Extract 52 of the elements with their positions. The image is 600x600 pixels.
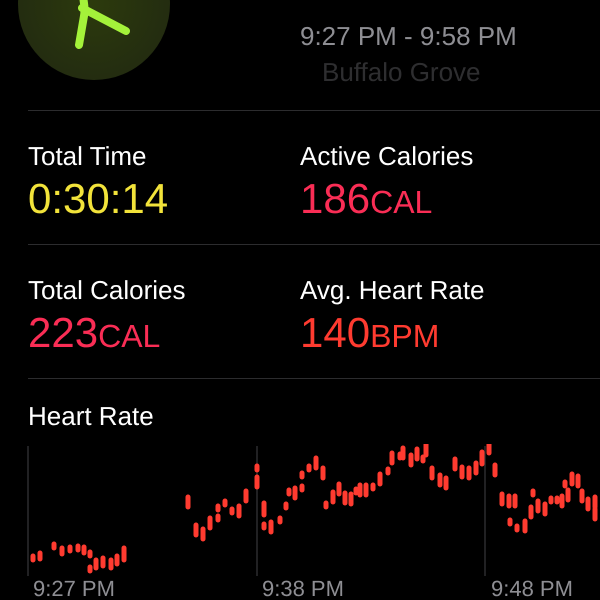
stat-value: 140BPM — [300, 309, 440, 357]
heart-rate-bar — [314, 456, 318, 470]
time-range: 9:27 PM - 9:58 PM — [300, 20, 517, 52]
heart-rate-bar — [254, 464, 260, 472]
heart-rate-bar — [500, 492, 504, 506]
heart-rate-bar — [278, 516, 282, 524]
stat-label: Active Calories — [300, 141, 474, 171]
stat-value: 186CAL — [300, 175, 434, 223]
heart-rate-bar — [38, 550, 42, 562]
heart-rate-bar — [194, 522, 198, 538]
heart-rate-bar — [284, 502, 288, 510]
heart-rate-bar — [300, 484, 304, 492]
heart-rate-bar — [262, 500, 266, 518]
heart-rate-bar — [320, 466, 326, 480]
heart-rate-bar — [268, 520, 274, 534]
heart-rate-bar — [208, 516, 212, 530]
time-axis-label: 9:38 PM — [261, 577, 345, 600]
heart-rate-bar — [230, 506, 234, 516]
heart-rate-bar — [30, 554, 36, 562]
heart-rate-bar — [200, 526, 206, 542]
heart-rate-bar — [514, 524, 520, 532]
stat-label: Avg. Heart Rate — [300, 275, 485, 305]
chart-title: Heart Rate — [28, 401, 154, 431]
heart-rate-bar — [186, 494, 190, 510]
heart-rate-bar — [100, 556, 106, 568]
heart-rate-bar — [460, 464, 464, 480]
time-axis-label: 9:27 PM — [32, 577, 116, 600]
heart-rate-bar — [262, 522, 266, 530]
time-axis-label: 9:48 PM — [490, 577, 574, 600]
heart-rate-bar — [486, 444, 492, 456]
heart-rate-bar — [52, 542, 56, 550]
heart-rate-bar — [378, 472, 382, 486]
heart-rate-bar — [452, 456, 458, 472]
heart-rate-bar — [244, 488, 248, 504]
heart-rate-bar — [508, 518, 512, 526]
heart-rate-bar — [306, 464, 312, 472]
heart-rate-bar — [430, 466, 434, 480]
stat-label: Total Time — [28, 141, 148, 171]
stat-label: Total Calories — [28, 275, 187, 305]
stat-value: 223CAL — [28, 309, 162, 357]
heart-rate-bar — [236, 504, 242, 518]
heart-rate-bar — [68, 544, 72, 554]
heart-rate-bar — [122, 546, 126, 562]
heart-rate-bar — [324, 500, 328, 510]
heart-rate-bar — [300, 470, 304, 480]
heart-rate-bar — [492, 462, 498, 478]
stat-value: 0:30:14 — [28, 175, 170, 223]
heart-rate-bar — [60, 546, 64, 556]
heart-rate-bar — [370, 482, 376, 492]
heart-rate-bar — [222, 498, 228, 508]
heart-rate-bar — [466, 466, 472, 480]
heart-rate-bar — [254, 474, 260, 490]
